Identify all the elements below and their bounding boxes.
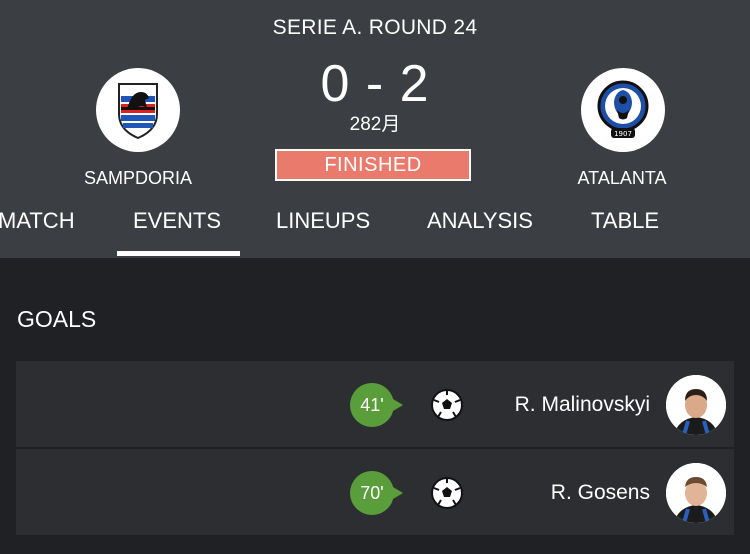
svg-text:1907: 1907 [614, 130, 632, 138]
soccer-ball-icon [431, 477, 463, 509]
goal-scorer-name[interactable]: R. Gosens [551, 481, 650, 505]
match-tabs: MATCH EVENTS LINEUPS ANALYSIS TABLE [0, 200, 750, 258]
tab-analysis[interactable]: ANALYSIS [427, 208, 533, 234]
round-title: SERIE A. ROUND 24 [272, 16, 478, 39]
away-team-name[interactable]: ATALANTA [532, 168, 712, 189]
player-photo-icon [666, 375, 726, 435]
away-team-logo[interactable]: 1907 [581, 68, 665, 152]
goal-scorer-name[interactable]: R. Malinovskyi [515, 393, 650, 417]
goal-minute-badge: 41' [350, 383, 403, 427]
player-avatar[interactable] [666, 375, 726, 435]
goal-row[interactable]: 70' R. Gosens [16, 449, 734, 535]
soccer-ball-icon [431, 389, 463, 421]
tab-lineups[interactable]: LINEUPS [276, 208, 370, 234]
tab-table[interactable]: TABLE [591, 208, 659, 234]
tab-events[interactable]: EVENTS [133, 208, 221, 234]
goal-minute-badge: 70' [350, 471, 403, 515]
match-status-badge: FINISHED [275, 149, 471, 181]
atalanta-crest-icon: 1907 [597, 80, 649, 138]
player-avatar[interactable] [666, 463, 726, 523]
section-title-goals: GOALS [17, 306, 97, 332]
tab-match[interactable]: MATCH [0, 208, 75, 234]
player-photo-icon [666, 463, 726, 523]
active-tab-indicator [117, 251, 240, 256]
home-team-name[interactable]: SAMPDORIA [48, 168, 228, 189]
match-header: SERIE A. ROUND 24 SAMPDORIA 0 - 2 282月 F… [0, 0, 750, 258]
goal-row[interactable]: 41' R. Malinovskyi [16, 361, 734, 447]
